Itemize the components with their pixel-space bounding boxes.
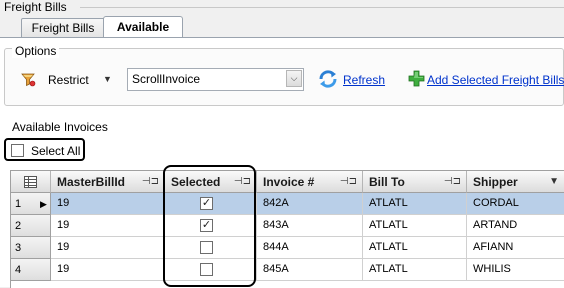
available-invoices-label: Available Invoices <box>12 120 108 134</box>
cell-billto[interactable]: ATLATL <box>363 237 467 259</box>
row-number: 1 <box>15 198 22 210</box>
select-all-toggle[interactable]: Select All <box>4 138 85 161</box>
cell-billto[interactable]: ATLATL <box>363 259 467 281</box>
pin-icon[interactable]: ⊣⊐ <box>340 171 357 193</box>
column-chooser-icon[interactable] <box>24 176 37 188</box>
cell-shipper[interactable]: WHILIS <box>467 259 564 281</box>
refresh-link[interactable]: Refresh <box>343 73 385 87</box>
invoices-grid: MasterBillId ⊣⊐ Selected ⊣⊐ Invoice # ⊣⊐ Bi… <box>10 170 564 288</box>
cell-shipper[interactable]: CORDAL <box>467 193 564 215</box>
cell-masterbillid[interactable]: 19 <box>51 259 165 281</box>
select-all-checkbox[interactable] <box>11 144 24 157</box>
pin-icon[interactable]: ▼ <box>549 171 559 193</box>
table-row[interactable]: 4 19 845A ATLATL WHILIS <box>11 259 564 281</box>
row-number: 2 <box>15 220 22 232</box>
scroll-invoice-value: ScrollInvoice <box>132 72 201 86</box>
cell-invoice[interactable]: 843A <box>257 215 363 237</box>
column-chooser[interactable] <box>11 171 51 193</box>
pin-icon[interactable]: ⊣⊐ <box>444 171 461 193</box>
tab-freight-bills[interactable]: Freight Bills <box>21 18 105 38</box>
cell-billto[interactable]: ATLATL <box>363 193 467 215</box>
row-number: 3 <box>15 242 22 254</box>
row-header[interactable]: 1 ▶ <box>11 193 51 215</box>
cell-invoice[interactable]: 844A <box>257 237 363 259</box>
tab-available[interactable]: Available <box>103 16 183 38</box>
add-selected-freight-bills-link[interactable]: Add Selected Freight Bills <box>427 73 564 87</box>
dropdown-arrow-icon[interactable]: ▼ <box>103 74 112 84</box>
table-row[interactable]: 2 19 ✓ 843A ATLATL ARTAND <box>11 215 564 237</box>
column-header-label: Shipper <box>473 175 518 189</box>
cell-shipper[interactable]: ARTAND <box>467 215 564 237</box>
pin-icon[interactable]: ⊣⊐ <box>142 171 159 193</box>
column-header-label: Bill To <box>369 175 405 189</box>
cell-masterbillid[interactable]: 19 <box>51 215 165 237</box>
column-header-masterbillid[interactable]: MasterBillId ⊣⊐ <box>51 171 165 193</box>
current-row-arrow-icon: ▶ <box>40 199 47 209</box>
cell-invoice[interactable]: 845A <box>257 259 363 281</box>
cell-shipper[interactable]: AFIANN <box>467 237 564 259</box>
column-header-invoice[interactable]: Invoice # ⊣⊐ <box>257 171 363 193</box>
table-row[interactable]: 3 19 844A ATLATL AFIANN <box>11 237 564 259</box>
cell-masterbillid[interactable]: 19 <box>51 237 165 259</box>
select-all-label: Select All <box>31 144 81 158</box>
selected-column-highlight <box>163 165 256 287</box>
group-divider <box>80 7 564 8</box>
chevron-down-icon[interactable]: ⌵ <box>286 70 302 87</box>
refresh-icon[interactable] <box>317 68 339 90</box>
add-icon[interactable] <box>408 70 425 87</box>
row-header[interactable]: 3 <box>11 237 51 259</box>
row-header[interactable]: 4 <box>11 259 51 281</box>
column-header-billto[interactable]: Bill To ⊣⊐ <box>363 171 467 193</box>
cell-masterbillid[interactable]: 19 <box>51 193 165 215</box>
row-header[interactable]: 2 <box>11 215 51 237</box>
filter-icon[interactable] <box>20 71 36 87</box>
row-number: 4 <box>15 264 22 276</box>
group-title: Freight Bills <box>4 0 67 14</box>
column-header-label: Invoice # <box>263 175 315 189</box>
cell-billto[interactable]: ATLATL <box>363 215 467 237</box>
options-label: Options <box>12 44 60 58</box>
table-row[interactable]: 1 ▶ 19 ✓ 842A ATLATL CORDAL <box>11 193 564 215</box>
column-header-label: MasterBillId <box>57 175 126 189</box>
cell-invoice[interactable]: 842A <box>257 193 363 215</box>
scroll-invoice-select[interactable]: ScrollInvoice ⌵ <box>127 68 304 91</box>
column-header-shipper[interactable]: Shipper ▼ <box>467 171 564 193</box>
restrict-button[interactable]: Restrict <box>48 73 89 87</box>
